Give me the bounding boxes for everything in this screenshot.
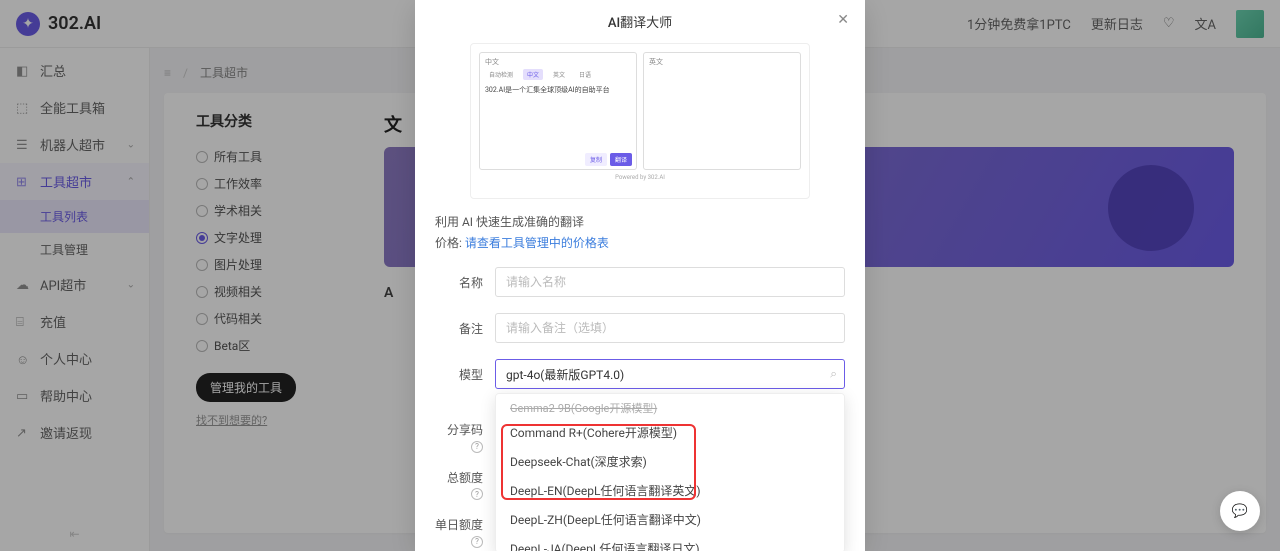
model-select[interactable] xyxy=(495,359,845,389)
remark-label: 备注 xyxy=(435,320,495,337)
modal-title: AI翻译大师 xyxy=(608,12,672,31)
chat-fab[interactable]: 💬 xyxy=(1220,491,1260,531)
form-row-model: 模型 ⌕ Gemma2-9B(Google开源模型) Command R+(Co… xyxy=(435,359,845,389)
help-icon[interactable]: ? xyxy=(471,488,483,500)
total-label: 总额度? xyxy=(435,469,495,501)
preview-translate-btn: 翻译 xyxy=(610,153,632,166)
modal-header: AI翻译大师 ✕ xyxy=(415,0,865,43)
preview-text: 302.AI是一个汇集全球顶级AI的自助平台 xyxy=(485,85,631,95)
preview-tab: 自动检测 xyxy=(485,69,517,80)
preview-copy-btn: 复制 xyxy=(585,153,607,166)
dropdown-item-deepl-zh[interactable]: DeepL-ZH(DeepL任何语言翻译中文) xyxy=(496,505,844,534)
preview-tab: 英文 xyxy=(549,69,569,80)
search-icon[interactable]: ⌕ xyxy=(830,367,837,382)
tool-description: 利用 AI 快速生成准确的翻译 xyxy=(435,213,845,230)
dropdown-item-deepl-ja[interactable]: DeepL-JA(DeepL任何语言翻译日文) xyxy=(496,534,844,551)
form-row-name: 名称 xyxy=(435,267,845,297)
dropdown-item[interactable]: Command R+(Cohere开源模型) xyxy=(496,418,844,447)
name-label: 名称 xyxy=(435,274,495,291)
price-label: 价格: xyxy=(435,236,465,250)
price-link[interactable]: 请查看工具管理中的价格表 xyxy=(465,236,609,250)
create-tool-modal: AI翻译大师 ✕ 中文 自动检测 中文 英文 日语 302.AI是一个汇集全球顶… xyxy=(415,0,865,551)
preview-lang-label: 英文 xyxy=(649,57,795,67)
preview-right-pane: 英文 xyxy=(643,52,801,170)
preview-tab: 日语 xyxy=(575,69,595,80)
share-label: 分享码? xyxy=(435,421,495,453)
model-label: 模型 xyxy=(435,366,495,383)
chat-icon: 💬 xyxy=(1232,504,1248,519)
preview-left-pane: 中文 自动检测 中文 英文 日语 302.AI是一个汇集全球顶级AI的自助平台 … xyxy=(479,52,637,170)
dropdown-item[interactable]: Gemma2-9B(Google开源模型) xyxy=(496,398,844,418)
model-dropdown: Gemma2-9B(Google开源模型) Command R+(Cohere开… xyxy=(495,393,845,551)
name-input[interactable] xyxy=(495,267,845,297)
preview-footer: Powered by 302.AI xyxy=(479,174,801,181)
help-icon[interactable]: ? xyxy=(471,441,483,453)
tool-price-line: 价格: 请查看工具管理中的价格表 xyxy=(435,234,845,251)
close-icon[interactable]: ✕ xyxy=(837,12,849,28)
daily-label: 单日额度? xyxy=(435,516,495,548)
dropdown-item-deepl-en[interactable]: DeepL-EN(DeepL任何语言翻译英文) xyxy=(496,476,844,505)
remark-input[interactable] xyxy=(495,313,845,343)
form-row-remark: 备注 xyxy=(435,313,845,343)
help-icon[interactable]: ? xyxy=(471,536,483,548)
preview-lang-label: 中文 xyxy=(485,57,631,67)
preview-tabs: 自动检测 中文 英文 日语 xyxy=(485,67,631,83)
dropdown-item[interactable]: Deepseek-Chat(深度求索) xyxy=(496,447,844,476)
tool-preview: 中文 自动检测 中文 英文 日语 302.AI是一个汇集全球顶级AI的自助平台 … xyxy=(470,43,810,199)
modal-body: 中文 自动检测 中文 英文 日语 302.AI是一个汇集全球顶级AI的自助平台 … xyxy=(415,43,865,551)
preview-tab: 中文 xyxy=(523,69,543,80)
